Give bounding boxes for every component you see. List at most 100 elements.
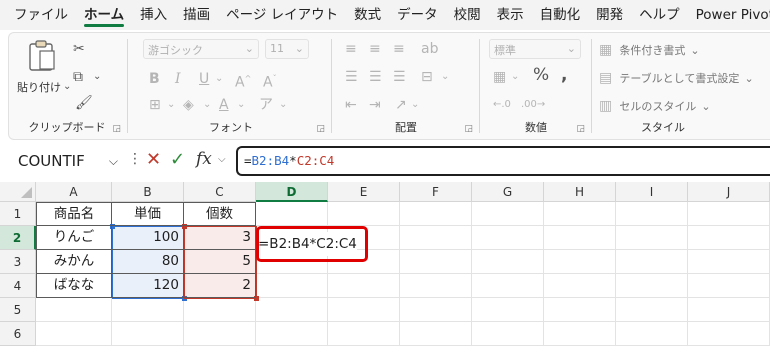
cell-c3[interactable]: 5 [184, 250, 256, 274]
fill-color-icon[interactable]: ◈ [183, 97, 194, 113]
increase-indent-icon[interactable]: ⇥ [369, 97, 381, 113]
accounting-format-icon[interactable]: ▦ [493, 69, 506, 85]
tab-home[interactable]: ホーム [76, 0, 132, 30]
tab-formulas[interactable]: 数式 [346, 0, 389, 30]
row-header-5[interactable]: 5 [0, 298, 36, 322]
chevron-down-icon[interactable]: ⌄ [167, 97, 175, 113]
resize-handle-icon[interactable]: ⋮ [128, 151, 142, 167]
cell-i3[interactable] [616, 250, 688, 274]
cell-j5[interactable] [688, 298, 770, 322]
cell-i5[interactable] [616, 298, 688, 322]
chevron-down-icon[interactable]: ⌄ [279, 97, 287, 113]
column-header-a[interactable]: A [36, 182, 112, 202]
dialog-launcher-icon[interactable]: ◲ [576, 124, 585, 134]
row-header-3[interactable]: 3 [0, 250, 36, 274]
row-header-6[interactable]: 6 [0, 322, 36, 346]
tab-view[interactable]: 表示 [489, 0, 532, 30]
cell-j2[interactable] [688, 226, 770, 250]
cell-i1[interactable] [616, 202, 688, 226]
cell-h6[interactable] [544, 322, 616, 346]
cell-b4[interactable]: 120 [112, 274, 184, 298]
underline-icon[interactable]: U [199, 71, 209, 87]
cell-b6[interactable] [112, 322, 184, 346]
cell-e6[interactable] [328, 322, 400, 346]
cell-a5[interactable] [36, 298, 112, 322]
column-header-f[interactable]: F [400, 182, 472, 202]
dialog-launcher-icon[interactable]: ◲ [316, 124, 325, 134]
column-header-j[interactable]: J [688, 182, 770, 202]
align-right-icon[interactable]: ☰ [393, 69, 406, 85]
tab-file[interactable]: ファイル [6, 0, 76, 30]
increase-font-icon[interactable]: A^ [235, 71, 251, 91]
cell-f6[interactable] [400, 322, 472, 346]
cell-c4[interactable]: 2 [184, 274, 256, 298]
chevron-down-icon[interactable]: ⌄ [441, 69, 449, 85]
font-name-combo[interactable]: 游ゴシック ⌄ [143, 39, 259, 59]
cell-c5[interactable] [184, 298, 256, 322]
phonetic-icon[interactable]: ア [259, 97, 273, 113]
cell-i4[interactable] [616, 274, 688, 298]
cell-g2[interactable] [472, 226, 544, 250]
cell-g1[interactable] [472, 202, 544, 226]
chevron-down-icon[interactable]: ⌵ [218, 154, 226, 165]
chevron-down-icon[interactable]: ⌄ [215, 71, 223, 87]
percent-icon[interactable]: % [533, 67, 549, 84]
cell-j6[interactable] [688, 322, 770, 346]
cell-h3[interactable] [544, 250, 616, 274]
cell-d4[interactable] [256, 274, 328, 298]
align-middle-icon[interactable]: ≡ [369, 41, 381, 57]
orientation-icon[interactable]: ↗ [395, 97, 407, 113]
bold-icon[interactable]: B [149, 71, 160, 87]
cell-c1[interactable]: 個数 [184, 202, 256, 226]
cell-b1[interactable]: 単価 [112, 202, 184, 226]
cell-a3[interactable]: みかん [36, 250, 112, 274]
merge-center-icon[interactable]: ⊟ [421, 69, 433, 85]
cancel-icon[interactable]: ✕ [146, 149, 161, 170]
cell-a6[interactable] [36, 322, 112, 346]
row-header-1[interactable]: 1 [0, 202, 36, 226]
cell-d5[interactable] [256, 298, 328, 322]
comma-style-icon[interactable]: , [561, 67, 567, 84]
cell-j1[interactable] [688, 202, 770, 226]
tab-automate[interactable]: 自動化 [532, 0, 589, 30]
tab-review[interactable]: 校閲 [446, 0, 489, 30]
cell-a2[interactable]: りんご [36, 226, 112, 250]
cell-i6[interactable] [616, 322, 688, 346]
font-color-icon[interactable]: A [219, 97, 229, 113]
chevron-down-icon[interactable]: ⌄ [511, 69, 519, 85]
column-header-d[interactable]: D [256, 182, 328, 202]
conditional-formatting-button[interactable]: ▦ 条件付き書式 ⌄ [599, 39, 700, 58]
copy-icon[interactable]: ⧉ [73, 69, 83, 85]
decrease-font-icon[interactable]: Aˇ [263, 71, 277, 91]
column-header-i[interactable]: I [616, 182, 688, 202]
dialog-launcher-icon[interactable]: ◲ [464, 124, 473, 134]
name-box[interactable]: COUNTIF ⌵ [12, 147, 120, 175]
number-format-combo[interactable]: 標準 ⌄ [489, 39, 581, 59]
cell-c6[interactable] [184, 322, 256, 346]
enter-check-icon[interactable]: ✓ [170, 149, 185, 170]
cell-d1[interactable] [256, 202, 328, 226]
align-center-icon[interactable]: ☰ [369, 69, 382, 85]
increase-decimal-icon[interactable]: ←.0 [493, 97, 511, 113]
cell-e5[interactable] [328, 298, 400, 322]
cell-e1[interactable] [328, 202, 400, 226]
format-as-table-button[interactable]: ▤ テーブルとして書式設定 ⌄ [599, 67, 754, 86]
cell-b2[interactable]: 100 [112, 226, 184, 250]
decrease-decimal-icon[interactable]: .00→ [521, 97, 545, 113]
chevron-down-icon[interactable]: ⌄ [93, 69, 101, 85]
tab-page-layout[interactable]: ページ レイアウト [218, 0, 346, 30]
select-all-button[interactable] [0, 182, 36, 202]
format-painter-icon[interactable]: 🖌 [75, 95, 93, 111]
chevron-down-icon[interactable]: ⌄ [203, 97, 211, 113]
tab-draw[interactable]: 描画 [175, 0, 218, 30]
chevron-down-icon[interactable]: ⌄ [411, 97, 419, 113]
cell-f1[interactable] [400, 202, 472, 226]
formula-input[interactable]: =B2:B4*C2:C4 [236, 146, 770, 176]
tab-developer[interactable]: 開発 [588, 0, 631, 30]
cell-f3[interactable] [400, 250, 472, 274]
column-header-g[interactable]: G [472, 182, 544, 202]
decrease-indent-icon[interactable]: ⇤ [345, 97, 357, 113]
cell-h1[interactable] [544, 202, 616, 226]
column-header-e[interactable]: E [328, 182, 400, 202]
cell-j3[interactable] [688, 250, 770, 274]
